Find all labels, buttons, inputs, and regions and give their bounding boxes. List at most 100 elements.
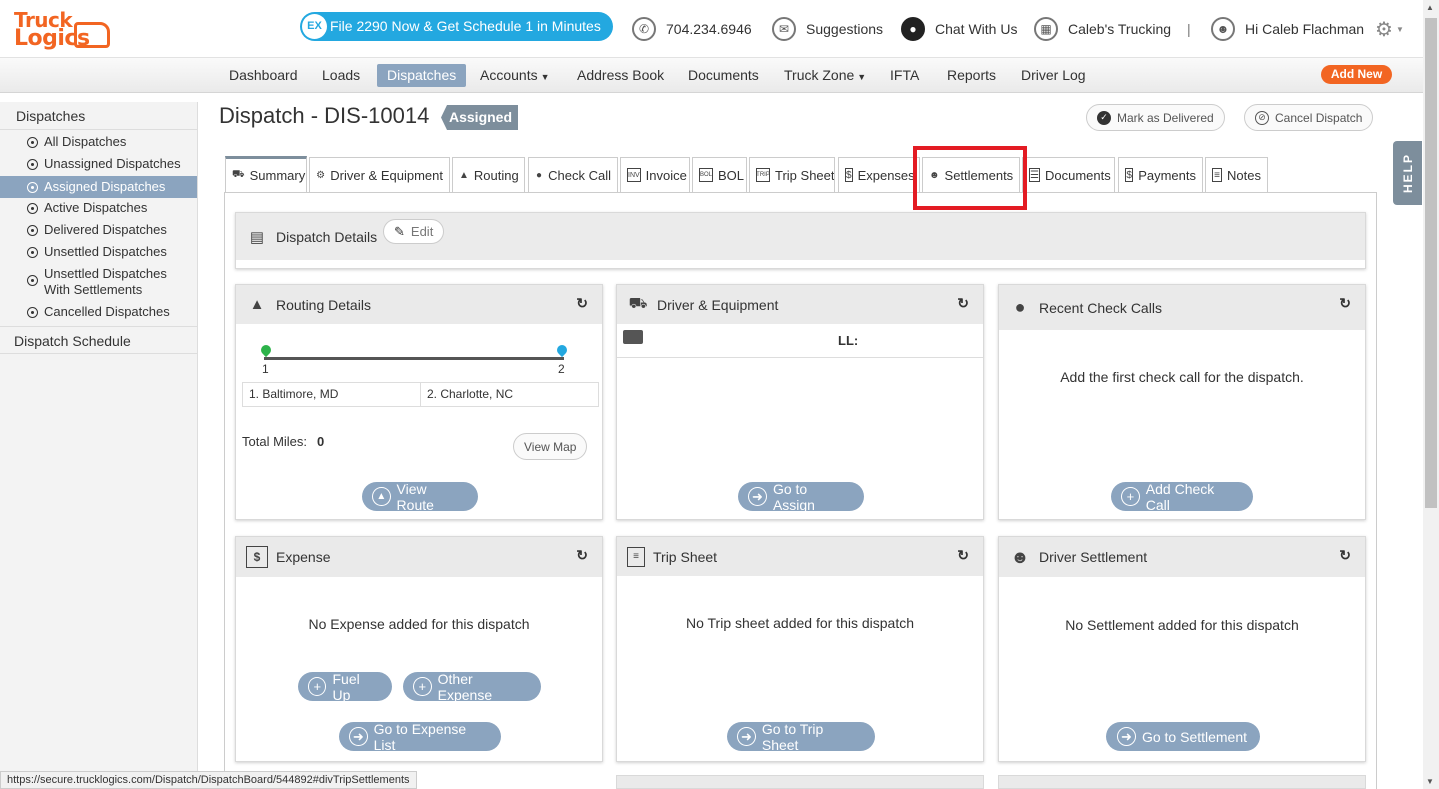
sidebar-item-unassigned-dispatches[interactable]: Unassigned Dispatches — [0, 156, 197, 176]
sidebar-item-delivered-dispatches[interactable]: Delivered Dispatches — [0, 222, 197, 242]
routing-details-header: ▲ Routing Details — [236, 285, 602, 324]
total-miles-value: 0 — [317, 434, 325, 449]
bullet-icon — [27, 137, 38, 148]
scroll-down-icon[interactable]: ▼ — [1426, 777, 1434, 786]
suggestions-link[interactable]: ✉ Suggestions — [772, 16, 883, 42]
refresh-icon[interactable]: ↻ — [957, 295, 969, 312]
tab-label: Notes — [1227, 167, 1261, 183]
go-to-trip-sheet-button[interactable]: ➜ Go to Trip Sheet — [727, 721, 875, 753]
plus-circle-icon: + — [1121, 487, 1140, 506]
caret-down-icon: ▼ — [857, 72, 867, 82]
bullet-icon — [27, 247, 38, 258]
scroll-up-icon[interactable]: ▲ — [1426, 3, 1434, 12]
tab-notes[interactable]: ≡ Notes — [1205, 157, 1268, 192]
fuel-up-button[interactable]: + Fuel Up — [298, 671, 392, 703]
dispatch-details-panel: ▤ Dispatch Details ✎ Edit — [235, 212, 1366, 269]
suggestions-label: Suggestions — [806, 21, 884, 37]
scroll-thumb[interactable] — [1425, 18, 1437, 508]
driver-equipment-title: Driver & Equipment — [657, 296, 779, 313]
nav-address-book[interactable]: Address Book — [567, 64, 674, 87]
nav-label: Dispatches — [387, 67, 457, 83]
tab-payments[interactable]: $ Payments — [1118, 157, 1203, 192]
nav-ifta[interactable]: IFTA — [880, 64, 929, 87]
nav-documents[interactable]: Documents — [678, 64, 769, 87]
phone-contact[interactable]: ✆ 704.234.6946 — [632, 16, 752, 42]
nav-accounts[interactable]: Accounts ▼ — [470, 64, 560, 87]
user-avatar-icon: ☻ — [1211, 17, 1235, 41]
company-selector[interactable]: ▦ Caleb's Trucking — [1034, 16, 1171, 42]
sidebar-item-label: Assigned Dispatches — [44, 179, 166, 194]
go-to-expense-list-button[interactable]: ➜ Go to Expense List — [339, 721, 501, 753]
trip-sheet-empty-message: No Trip sheet added for this dispatch — [685, 615, 915, 631]
add-check-call-button[interactable]: + Add Check Call — [1111, 481, 1253, 513]
status-badge: Assigned — [441, 105, 519, 130]
nav-dashboard[interactable]: Dashboard — [219, 64, 308, 87]
bullet-icon — [27, 159, 38, 170]
trip-sheet-panel: ≡ Trip Sheet ↻ No Trip sheet added for t… — [616, 536, 984, 762]
map-mountains-icon: ▲ — [249, 296, 265, 313]
driver-equipment-header: ⛟ Driver & Equipment — [617, 285, 983, 324]
refresh-icon[interactable]: ↻ — [576, 547, 588, 564]
promo-banner-2290[interactable]: EX File 2290 Now & Get Schedule 1 in Min… — [300, 12, 613, 41]
tab-routing[interactable]: ▲ Routing — [452, 157, 525, 192]
nav-loads[interactable]: Loads — [312, 64, 370, 87]
tab-expenses[interactable]: $ Expenses — [838, 157, 920, 192]
go-to-settlement-button[interactable]: ➜ Go to Settlement — [1106, 722, 1260, 751]
nav-driver-log[interactable]: Driver Log — [1011, 64, 1096, 87]
sidebar-section-dispatches[interactable]: Dispatches — [0, 102, 197, 130]
tab-bol[interactable]: BOL BOL — [692, 157, 747, 192]
sidebar-item-all-dispatches[interactable]: All Dispatches — [0, 134, 197, 154]
tab-label: Trip Sheet — [775, 167, 835, 183]
tab-invoice[interactable]: INV Invoice — [620, 157, 690, 192]
tab-summary[interactable]: ⛟ Summary — [225, 156, 307, 192]
tab-trip-sheet[interactable]: TRIP Trip Sheet — [749, 157, 835, 192]
add-new-button[interactable]: Add New — [1321, 65, 1392, 84]
sidebar-item-unsettled-with-settlements[interactable]: Unsettled Dispatches With Settlements — [0, 266, 197, 300]
sidebar-item-label: Unassigned Dispatches — [44, 156, 181, 171]
refresh-icon[interactable]: ↻ — [1339, 295, 1351, 312]
chat-link[interactable]: ● Chat With Us — [901, 16, 1017, 42]
tab-check-call[interactable]: ● Check Call — [528, 157, 618, 192]
check-calls-panel: ● Recent Check Calls ↻ Add the first che… — [998, 284, 1366, 520]
refresh-icon[interactable]: ↻ — [1339, 547, 1351, 564]
page-scrollbar[interactable]: ▲ ▼ — [1423, 0, 1439, 789]
other-expense-button[interactable]: + Other Expense — [403, 670, 541, 703]
page-title: Dispatch - DIS-10014 — [219, 103, 430, 128]
view-route-button[interactable]: ▲ View Route — [362, 481, 478, 513]
destination-pin-icon — [554, 342, 570, 358]
bullet-icon — [27, 275, 38, 286]
tab-driver-equipment[interactable]: ⚙ Driver & Equipment — [309, 157, 450, 192]
tab-label: Driver & Equipment — [330, 167, 443, 183]
ll-label: LL: — [838, 333, 859, 348]
sidebar-item-cancelled-dispatches[interactable]: Cancelled Dispatches — [0, 304, 197, 324]
tab-documents[interactable]: ☰ Documents — [1022, 157, 1115, 192]
truck-outline-icon — [74, 22, 110, 48]
sidebar-item-active-dispatches[interactable]: Active Dispatches — [0, 200, 197, 220]
edit-dispatch-button[interactable]: ✎ Edit — [383, 219, 445, 244]
cancel-dispatch-button[interactable]: ⊘ Cancel Dispatch — [1244, 104, 1374, 131]
sidebar-item-label: Delivered Dispatches — [44, 222, 167, 237]
nav-reports[interactable]: Reports — [937, 64, 1006, 87]
nav-label: Driver Log — [1021, 67, 1086, 83]
driver-settlement-header: ☻ Driver Settlement — [999, 537, 1365, 577]
top-header: Truck Logics EX File 2290 Now & Get Sche… — [0, 0, 1423, 58]
nav-dispatches[interactable]: Dispatches — [377, 64, 467, 87]
go-to-assign-button[interactable]: ➜ Go to Assign — [738, 481, 864, 513]
nav-truck-zone[interactable]: Truck Zone ▼ — [774, 64, 876, 87]
route-line — [264, 357, 564, 360]
refresh-icon[interactable]: ↻ — [576, 295, 588, 312]
sidebar-item-unsettled-dispatches[interactable]: Unsettled Dispatches — [0, 244, 197, 264]
sidebar-item-assigned-dispatches[interactable]: Assigned Dispatches — [0, 176, 197, 198]
mark-as-delivered-button[interactable]: ✓ Mark as Delivered — [1086, 104, 1225, 131]
refresh-icon[interactable]: ↻ — [957, 547, 969, 564]
user-menu[interactable]: ☻ Hi Caleb Flachman — [1211, 16, 1364, 42]
help-tab[interactable]: HELP — [1393, 141, 1422, 205]
sidebar-item-label: Unsettled Dispatches — [44, 244, 167, 259]
building-icon: ▦ — [1034, 17, 1058, 41]
nav-label: Truck Zone — [784, 67, 855, 83]
view-map-button[interactable]: View Map — [513, 433, 588, 460]
other-expense-label: Other Expense — [437, 670, 493, 703]
trucklogics-logo[interactable]: Truck Logics — [12, 8, 112, 52]
settings-menu[interactable]: ⚙ ▼ — [1375, 16, 1404, 42]
sidebar-dispatch-schedule[interactable]: Dispatch Schedule — [0, 326, 197, 354]
